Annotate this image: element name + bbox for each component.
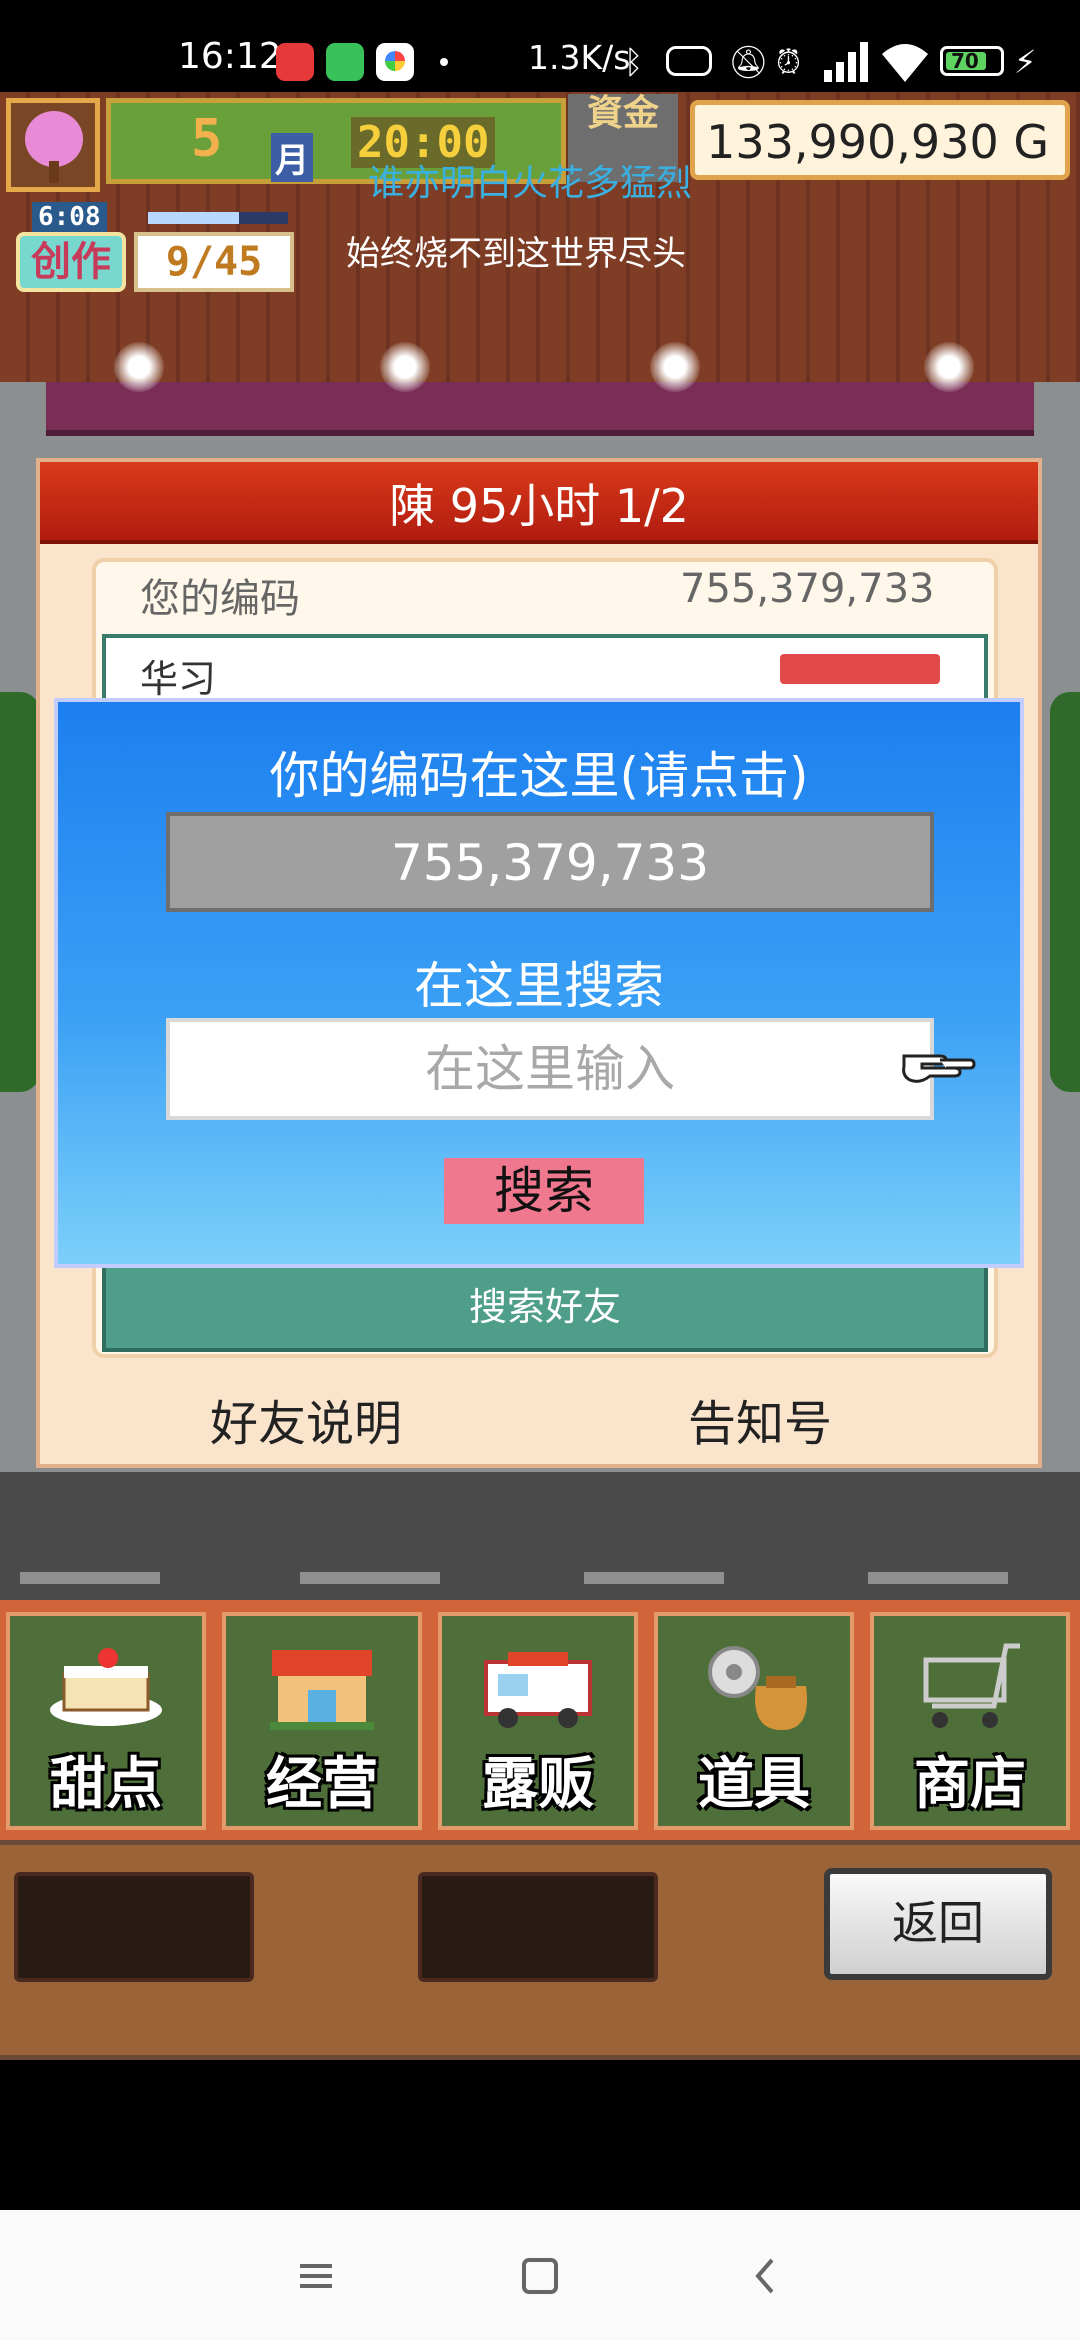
menu-icon[interactable] [286, 2246, 346, 2306]
month-label: 月 [271, 133, 313, 182]
creation-label: 创作 [16, 232, 126, 292]
empty-slot[interactable] [418, 1872, 658, 1982]
menu-management[interactable]: 经营 [222, 1612, 422, 1830]
lane-mark [868, 1572, 1008, 1584]
battery-level: 70 [951, 49, 979, 73]
friend-help-button[interactable]: 好友说明 [210, 1384, 402, 1454]
panel-header: 陳 95小时 1/2 [40, 462, 1038, 544]
tree-status-icon[interactable] [6, 98, 100, 192]
cart-icon [910, 1636, 1030, 1736]
status-bar: 16:12 1.3K/s ᛒ 🔕︎ ⏰︎ 70 ⚡︎ [0, 0, 1080, 92]
menu-management-label: 经营 [266, 1752, 378, 1817]
lamp-light [924, 342, 974, 392]
main-menu-bar: 甜点 经营 露贩 道具 商店 [0, 1600, 1080, 1840]
search-title: 在这里搜索 [414, 957, 664, 1015]
wechat-icon [326, 43, 364, 81]
dot-icon [440, 58, 448, 66]
lamp-light [650, 342, 700, 392]
netease-music-icon [276, 43, 314, 81]
back-icon[interactable] [736, 2246, 796, 2306]
my-code-value: 755,379,733 [390, 834, 710, 892]
money-display: 133,990,930 G [690, 100, 1070, 180]
month-number: 5 [191, 109, 223, 169]
menu-store[interactable]: 商店 [870, 1612, 1070, 1830]
my-code-field[interactable]: 755,379,733 [166, 812, 934, 912]
creation-count: 9/45 [134, 232, 294, 292]
charging-icon: ⚡︎ [1014, 43, 1037, 81]
lamp-light [380, 342, 430, 392]
notice-number-button[interactable]: 告知号 [688, 1384, 832, 1454]
money-value: 133,990,930 G [706, 115, 1049, 169]
lane-mark [584, 1572, 724, 1584]
lane-mark [20, 1572, 160, 1584]
empty-slot[interactable] [14, 1872, 254, 1982]
creation-timer: 6:08 [32, 202, 107, 232]
friend-search-dialog: 你的编码在这里(请点击) 755,379,733 在这里搜索 搜索 [54, 698, 1024, 1268]
lyric-line: 始终烧不到这世界尽头 [346, 234, 686, 274]
back-button[interactable]: 返回 [824, 1868, 1052, 1980]
cake-icon [46, 1636, 166, 1736]
pointing-hand-icon [900, 1040, 976, 1088]
photos-app-icon [376, 43, 414, 81]
tools-bag-icon [694, 1636, 814, 1736]
menu-dessert-label: 甜点 [50, 1752, 162, 1817]
tree-left [0, 692, 40, 1092]
shop-icon [262, 1636, 382, 1736]
friend-name-partial: 华习 [140, 657, 217, 701]
menu-store-label: 商店 [914, 1752, 1026, 1817]
status-time: 16:12 [178, 36, 282, 77]
search-friend-label: 搜索好友 [468, 1285, 621, 1329]
hd-signal-icon [824, 42, 870, 82]
search-button[interactable]: 搜索 [444, 1158, 644, 1224]
menu-items-label: 道具 [698, 1752, 810, 1817]
your-code-label: 您的编码 [140, 576, 300, 622]
panel-title: 陳 95小时 1/2 [389, 479, 689, 533]
lane-mark [300, 1572, 440, 1584]
floating-lyric: 谁亦明白火花多猛烈 [368, 163, 693, 204]
system-nav-bar [0, 2210, 1080, 2340]
dialog-title: 你的编码在这里(请点击) [269, 747, 809, 805]
creation-progress-bar [148, 212, 288, 224]
menu-food-truck[interactable]: 露贩 [438, 1612, 638, 1830]
alarm-icon: ⏰︎ [776, 43, 801, 81]
tree-right [1050, 692, 1080, 1092]
vibrate-icon [666, 46, 712, 76]
creation-status[interactable]: 6:08 创作 9/45 [8, 202, 294, 294]
food-truck-icon [478, 1636, 598, 1736]
wifi-icon [880, 40, 930, 84]
bluetooth-icon: ᛒ [624, 43, 644, 81]
menu-food-truck-label: 露贩 [482, 1752, 594, 1817]
battery-icon: 70 [940, 46, 1004, 76]
shop-awning [46, 382, 1034, 436]
search-input[interactable] [166, 1018, 934, 1120]
menu-dessert[interactable]: 甜点 [6, 1612, 206, 1830]
network-speed: 1.3K/s [528, 38, 631, 77]
your-code-value: 755,379,733 [680, 566, 935, 612]
home-icon[interactable] [510, 2246, 570, 2306]
mute-icon: 🔕︎ [728, 43, 769, 81]
lamp-light [114, 342, 164, 392]
friend-status-partial [780, 654, 940, 684]
menu-items[interactable]: 道具 [654, 1612, 854, 1830]
